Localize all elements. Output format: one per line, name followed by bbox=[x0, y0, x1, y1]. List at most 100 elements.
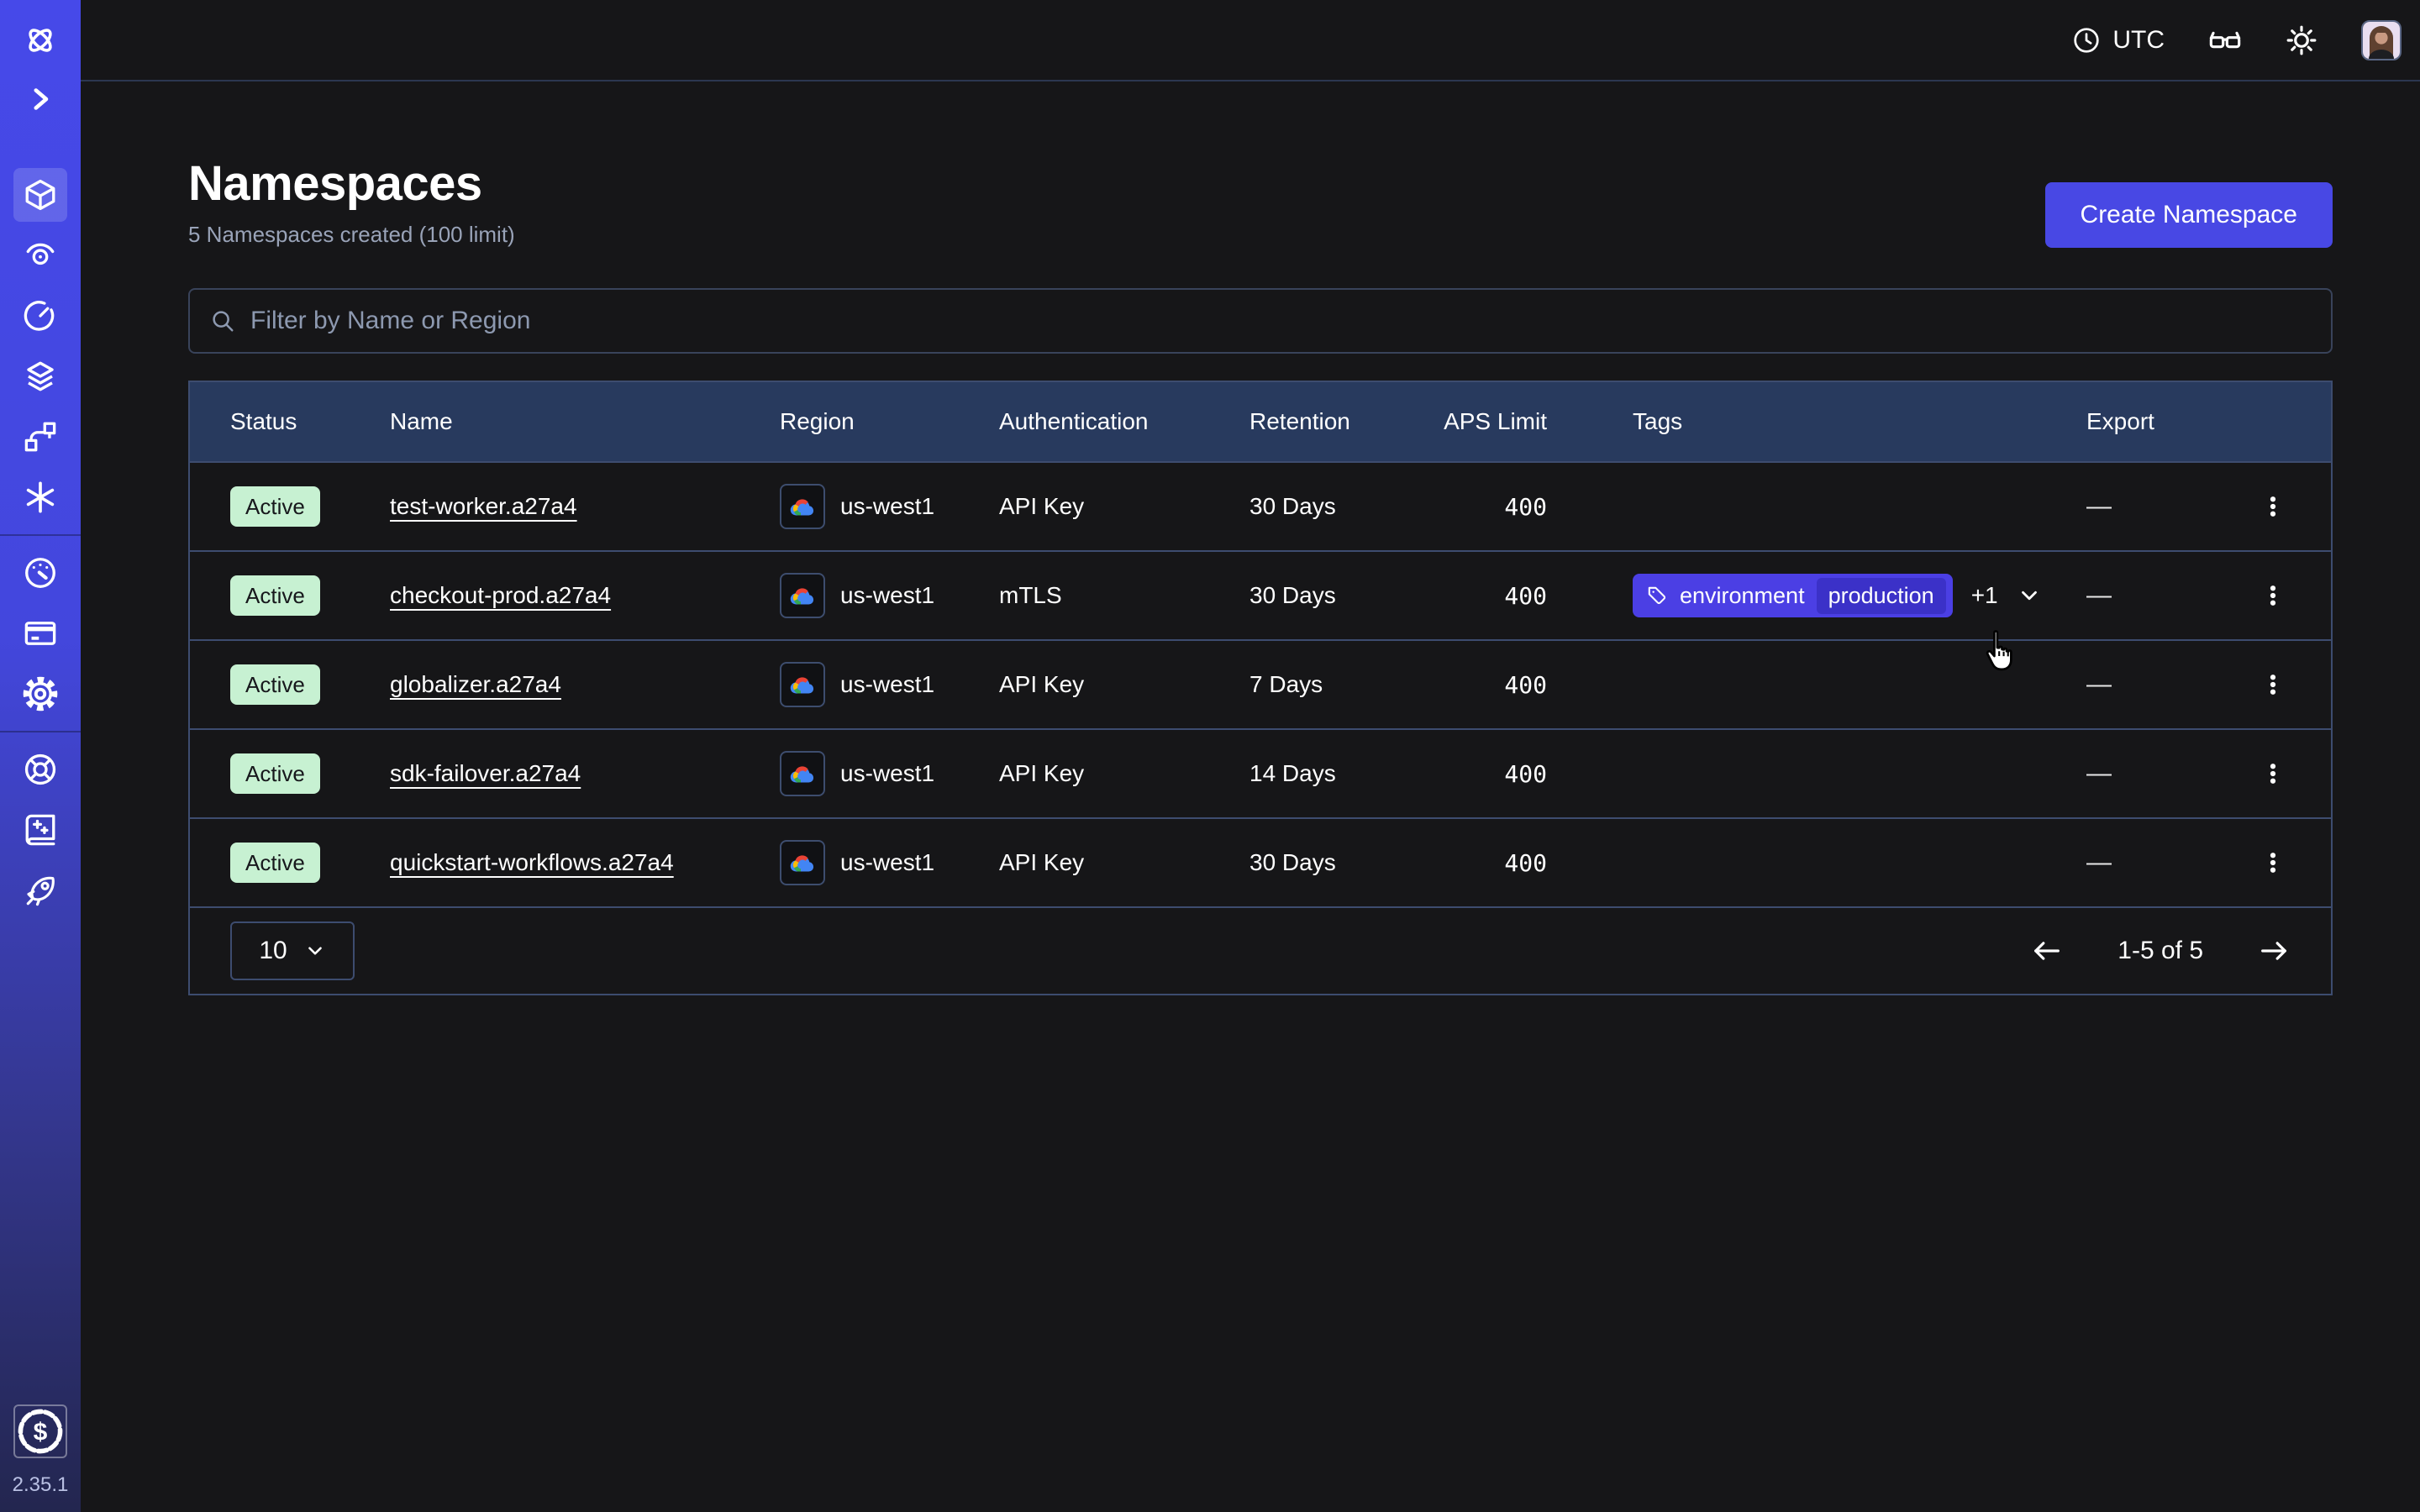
labs-toggle-button[interactable] bbox=[2208, 24, 2242, 57]
kebab-icon bbox=[2260, 583, 2286, 608]
namespace-link[interactable]: checkout-prod.a27a4 bbox=[390, 582, 611, 608]
timezone-label: UTC bbox=[2112, 26, 2165, 55]
status-cell: Active bbox=[230, 671, 390, 698]
namespace-link[interactable]: quickstart-workflows.a27a4 bbox=[390, 849, 674, 875]
retention-cell: 30 Days bbox=[1249, 849, 1443, 876]
prev-page-button[interactable] bbox=[2030, 934, 2064, 968]
user-avatar[interactable] bbox=[2361, 20, 2402, 60]
sidebar-item-usage[interactable] bbox=[13, 546, 67, 600]
row-actions-menu-button[interactable] bbox=[2255, 845, 2291, 880]
gcp-cloud-icon bbox=[780, 573, 825, 618]
status-badge: Active bbox=[230, 575, 320, 616]
svg-text:$: $ bbox=[34, 1419, 48, 1446]
region-cell: us-west1 bbox=[780, 840, 999, 885]
auth-cell: API Key bbox=[999, 760, 1249, 787]
main-content: Namespaces 5 Namespaces created (100 lim… bbox=[81, 81, 2420, 1512]
column-header-name: Name bbox=[390, 408, 780, 435]
tag-icon bbox=[1646, 585, 1668, 606]
tags-expand-chevron-icon[interactable] bbox=[2017, 583, 2042, 608]
arrow-right-icon bbox=[2257, 934, 2291, 968]
sidebar-item-batch-operations[interactable] bbox=[13, 410, 67, 464]
export-cell: — bbox=[2086, 756, 2291, 791]
sidebar-item-billing[interactable] bbox=[13, 606, 67, 660]
sidebar-item-schedules[interactable] bbox=[13, 289, 67, 343]
retention-cell: 14 Days bbox=[1249, 760, 1443, 787]
tags-more-count: +1 bbox=[1971, 582, 1998, 609]
create-namespace-button[interactable]: Create Namespace bbox=[2045, 182, 2333, 248]
gauge-icon bbox=[23, 555, 58, 591]
tag-value: production bbox=[1828, 583, 1934, 608]
row-actions-menu-button[interactable] bbox=[2255, 578, 2291, 613]
namespace-link[interactable]: test-worker.a27a4 bbox=[390, 493, 577, 519]
namespace-link[interactable]: globalizer.a27a4 bbox=[390, 671, 561, 697]
sidebar-item-namespaces[interactable] bbox=[13, 168, 67, 222]
region-label: us-west1 bbox=[840, 493, 934, 520]
tag-badge[interactable]: environment production bbox=[1633, 574, 1953, 617]
aps-limit-cell: 400 bbox=[1443, 493, 1547, 521]
asterisk-icon bbox=[23, 480, 58, 515]
temporal-logo-icon[interactable] bbox=[13, 13, 67, 67]
book-sparkle-icon bbox=[23, 812, 58, 848]
app-version: 2.35.1 bbox=[13, 1473, 69, 1497]
gear-icon bbox=[23, 676, 58, 711]
tag-key: environment bbox=[1680, 583, 1805, 609]
row-actions-menu-button[interactable] bbox=[2255, 667, 2291, 702]
timezone-selector[interactable]: UTC bbox=[2072, 26, 2165, 55]
timer-icon bbox=[23, 298, 58, 333]
region-cell: us-west1 bbox=[780, 751, 999, 796]
kebab-icon bbox=[2260, 494, 2286, 519]
sidebar-expand-button[interactable] bbox=[13, 72, 67, 126]
status-badge: Active bbox=[230, 486, 320, 527]
row-actions-menu-button[interactable] bbox=[2255, 489, 2291, 524]
pagination-range-label: 1-5 of 5 bbox=[2118, 937, 2203, 965]
table-row: Active sdk-failover.a27a4 us-west1 API K… bbox=[190, 728, 2331, 817]
export-cell: — bbox=[2086, 578, 2291, 613]
filter-input[interactable] bbox=[250, 307, 2311, 335]
theme-toggle-button[interactable] bbox=[2286, 24, 2317, 56]
region-cell: us-west1 bbox=[780, 484, 999, 529]
credits-button[interactable]: $ bbox=[13, 1404, 67, 1458]
name-cell: sdk-failover.a27a4 bbox=[390, 760, 780, 787]
row-actions-menu-button[interactable] bbox=[2255, 756, 2291, 791]
sidebar-item-getting-started[interactable] bbox=[13, 864, 67, 917]
chevron-down-icon bbox=[304, 940, 326, 962]
region-label: us-west1 bbox=[840, 849, 934, 876]
gcp-cloud-icon bbox=[780, 751, 825, 796]
status-cell: Active bbox=[230, 493, 390, 520]
auth-cell: API Key bbox=[999, 493, 1249, 520]
glasses-icon bbox=[2208, 24, 2242, 57]
kebab-icon bbox=[2260, 850, 2286, 875]
page-size-select[interactable]: 10 bbox=[230, 921, 355, 980]
column-header-region: Region bbox=[780, 408, 999, 435]
export-cell: — bbox=[2086, 489, 2291, 524]
name-cell: quickstart-workflows.a27a4 bbox=[390, 849, 780, 876]
branch-icon bbox=[23, 419, 58, 454]
retention-cell: 30 Days bbox=[1249, 582, 1443, 609]
aps-limit-cell: 400 bbox=[1443, 849, 1547, 877]
sidebar-item-docs[interactable] bbox=[13, 803, 67, 857]
auth-cell: API Key bbox=[999, 671, 1249, 698]
aps-limit-cell: 400 bbox=[1443, 760, 1547, 788]
export-cell: — bbox=[2086, 667, 2291, 702]
export-value: — bbox=[2086, 848, 2112, 877]
sidebar-item-support[interactable] bbox=[13, 743, 67, 796]
sidebar-item-insights[interactable] bbox=[13, 228, 67, 282]
sidebar-item-deployments[interactable] bbox=[13, 349, 67, 403]
name-cell: checkout-prod.a27a4 bbox=[390, 582, 780, 609]
column-header-retention: Retention bbox=[1249, 408, 1443, 435]
auth-cell: API Key bbox=[999, 849, 1249, 876]
sidebar-item-nexus[interactable] bbox=[13, 470, 67, 524]
kebab-icon bbox=[2260, 761, 2286, 786]
namespaces-table: StatusNameRegionAuthenticationRetentionA… bbox=[188, 381, 2333, 995]
namespace-link[interactable]: sdk-failover.a27a4 bbox=[390, 760, 581, 786]
table-row: Active quickstart-workflows.a27a4 us-wes… bbox=[190, 817, 2331, 906]
table-row: Active test-worker.a27a4 us-west1 API Ke… bbox=[190, 461, 2331, 550]
sidebar-item-settings[interactable] bbox=[13, 667, 67, 721]
column-header-authentication: Authentication bbox=[999, 408, 1249, 435]
sun-icon bbox=[2286, 24, 2317, 56]
retention-cell: 7 Days bbox=[1249, 671, 1443, 698]
table-row: Active checkout-prod.a27a4 us-west1 mTLS… bbox=[190, 550, 2331, 639]
next-page-button[interactable] bbox=[2257, 934, 2291, 968]
clock-icon bbox=[2072, 26, 2101, 55]
spiral-eye-icon bbox=[23, 238, 58, 273]
